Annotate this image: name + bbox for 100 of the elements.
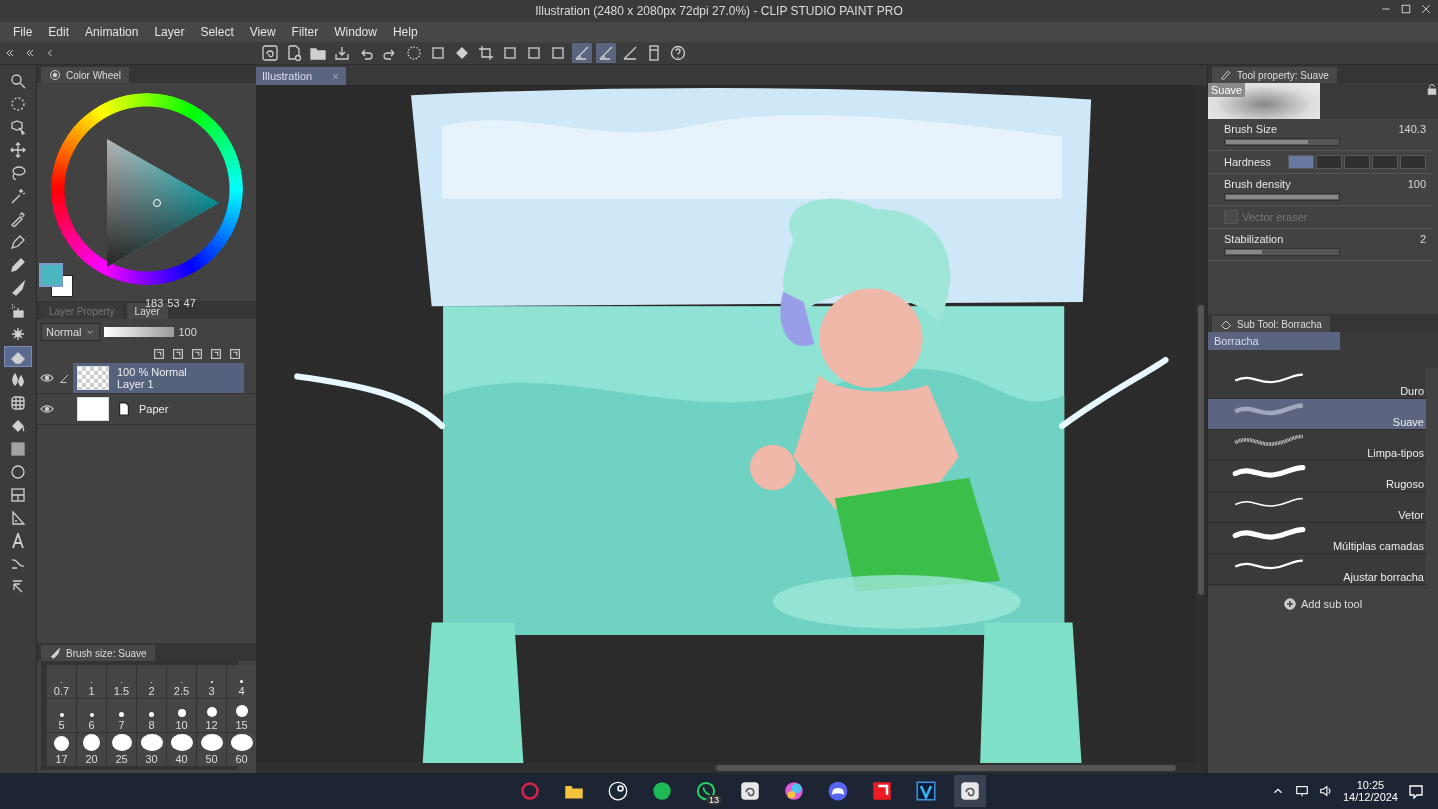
brush-size-preset[interactable]: 12 xyxy=(197,699,226,732)
property-value[interactable]: 140.3 xyxy=(1398,123,1426,135)
eye-icon[interactable] xyxy=(40,371,54,385)
document-tab[interactable]: Illustration xyxy=(256,67,346,85)
panel-tab[interactable]: Sub Tool: Borracha xyxy=(1212,316,1330,332)
move-icon xyxy=(10,141,26,158)
main-color-swatch[interactable] xyxy=(39,263,63,287)
sub-tool-item[interactable]: Múltiplas camadas xyxy=(1208,523,1426,554)
brush-size-preset[interactable]: 1.5 xyxy=(107,665,136,698)
selection-icon xyxy=(10,95,26,112)
magnifier-icon xyxy=(10,72,26,89)
toolbar-button[interactable] xyxy=(668,43,688,63)
menu-item[interactable]: Edit xyxy=(41,23,79,41)
clock[interactable]: 10:25 14/12/2024 xyxy=(1342,779,1398,803)
layer-tool-icon[interactable] xyxy=(209,347,223,361)
panel-tab[interactable]: Brush size: Suave xyxy=(41,645,155,661)
brush-size-preset[interactable]: 40 xyxy=(167,733,196,766)
spiral-icon xyxy=(740,781,760,801)
window-title: Illustration (2480 x 2080px 72dpi 27.0%) - CLIP STUDIO PAINT PRO xyxy=(535,4,903,18)
toolbar-button[interactable] xyxy=(404,43,424,63)
taskbar-app[interactable] xyxy=(954,775,986,807)
sub-tool-item[interactable]: Ajustar borracha xyxy=(1208,554,1426,585)
sub-tool-item[interactable]: Rugoso xyxy=(1208,461,1426,492)
brush-size-preset[interactable]: 10 xyxy=(167,699,196,732)
brush-size-preset[interactable]: 8 xyxy=(137,699,166,732)
sub-tool-item[interactable]: Duro xyxy=(1208,368,1426,399)
sub-tool-item[interactable]: Vetor xyxy=(1208,492,1426,523)
app-tile-icon xyxy=(872,781,892,801)
sub-tool-item[interactable]: Limpa-tipos xyxy=(1208,430,1426,461)
layer-tool-icon[interactable] xyxy=(152,347,166,361)
collapse-icon[interactable] xyxy=(24,47,36,59)
taskbar-app[interactable]: 13 xyxy=(690,775,722,807)
bucket-icon xyxy=(454,45,470,61)
saturation-value: 53 xyxy=(167,297,180,309)
panel-tab[interactable]: Color Wheel xyxy=(41,67,130,83)
layer-row[interactable]: Paper xyxy=(73,394,244,424)
close-icon[interactable] xyxy=(1420,3,1432,15)
notification-badge: 13 xyxy=(706,795,722,805)
add-sub-tool-button[interactable]: Add sub tool xyxy=(1277,597,1369,611)
brush-size-preset[interactable]: 3 xyxy=(197,665,226,698)
brush-size-preset[interactable]: 50 xyxy=(197,733,226,766)
brush-size-preset[interactable]: 6 xyxy=(77,699,106,732)
property-value[interactable]: 2 xyxy=(1419,233,1426,245)
new-file-icon xyxy=(286,45,302,61)
property-value[interactable]: 100 xyxy=(1407,178,1426,190)
sub-tool-group[interactable]: Borracha xyxy=(1208,332,1340,350)
toolbar-button[interactable] xyxy=(596,43,616,63)
scrollbar-thumb[interactable] xyxy=(716,765,1176,771)
brush-size-preset[interactable]: 30 xyxy=(137,733,166,766)
layer-tool-icon[interactable] xyxy=(190,347,204,361)
menu-item[interactable]: Help xyxy=(385,23,427,41)
lock-icon[interactable] xyxy=(1426,83,1438,95)
opacity-value: 100 xyxy=(178,326,197,338)
help-icon xyxy=(670,45,686,61)
layer-tool-icon[interactable] xyxy=(228,347,242,361)
brush-size-preset[interactable]: 17 xyxy=(47,733,76,766)
layer-tool-icon[interactable] xyxy=(171,347,185,361)
panel-tab[interactable]: Tool property: Suave xyxy=(1212,67,1337,83)
toolbar-button[interactable] xyxy=(572,43,592,63)
slider-track[interactable] xyxy=(1224,138,1340,146)
menu-item[interactable]: File xyxy=(6,23,42,41)
speaker-icon[interactable] xyxy=(1318,784,1333,798)
sub-tool-item[interactable]: Suave xyxy=(1208,399,1426,430)
brush-size-preset[interactable]: 7 xyxy=(107,699,136,732)
brush-size-preset[interactable]: 25 xyxy=(107,733,136,766)
collapse-icon[interactable] xyxy=(4,47,16,59)
menu-item[interactable]: Layer xyxy=(147,23,194,41)
ruler-icon xyxy=(10,509,26,526)
panel-icon xyxy=(646,45,662,61)
notification-icon[interactable] xyxy=(1408,783,1424,799)
opacity-slider[interactable] xyxy=(104,327,175,337)
lasso-icon xyxy=(10,164,26,181)
blend-mode-dropdown[interactable]: Normal xyxy=(41,323,101,341)
tool-button[interactable] xyxy=(5,347,31,366)
layer-row[interactable]: 100 % Normal Layer 1 xyxy=(73,363,244,393)
menu-item[interactable]: Animation xyxy=(78,23,148,41)
brush-size-preset[interactable]: 5 xyxy=(47,699,76,732)
menu-item[interactable]: Window xyxy=(327,23,386,41)
color-ball-icon xyxy=(784,781,804,801)
menu-item[interactable]: View xyxy=(242,23,285,41)
toolbar-button[interactable] xyxy=(260,43,280,63)
brush-size-preset[interactable]: 2.5 xyxy=(167,665,196,698)
save-icon xyxy=(334,45,350,61)
cursor-icon xyxy=(10,118,26,135)
menu-item[interactable]: Filter xyxy=(284,23,328,41)
crop-icon xyxy=(478,45,494,61)
brush-size-preset[interactable]: 2 xyxy=(137,665,166,698)
toolbar-button[interactable] xyxy=(476,43,496,63)
scrollbar-thumb[interactable] xyxy=(1198,305,1204,595)
slider-track[interactable] xyxy=(1224,248,1340,256)
brush-size-preset[interactable]: 60 xyxy=(227,733,256,766)
brush-size-preset[interactable]: 20 xyxy=(77,733,106,766)
menu-item[interactable]: Select xyxy=(193,23,243,41)
maximize-icon[interactable] xyxy=(1400,3,1412,15)
brush-size-preset[interactable]: 1 xyxy=(77,665,106,698)
brush-size-preset[interactable]: 0.7 xyxy=(47,665,76,698)
eye-icon[interactable] xyxy=(40,402,54,416)
brush-icon xyxy=(10,279,26,296)
eraser-icon xyxy=(1220,318,1232,330)
airbrush-icon xyxy=(10,302,26,319)
